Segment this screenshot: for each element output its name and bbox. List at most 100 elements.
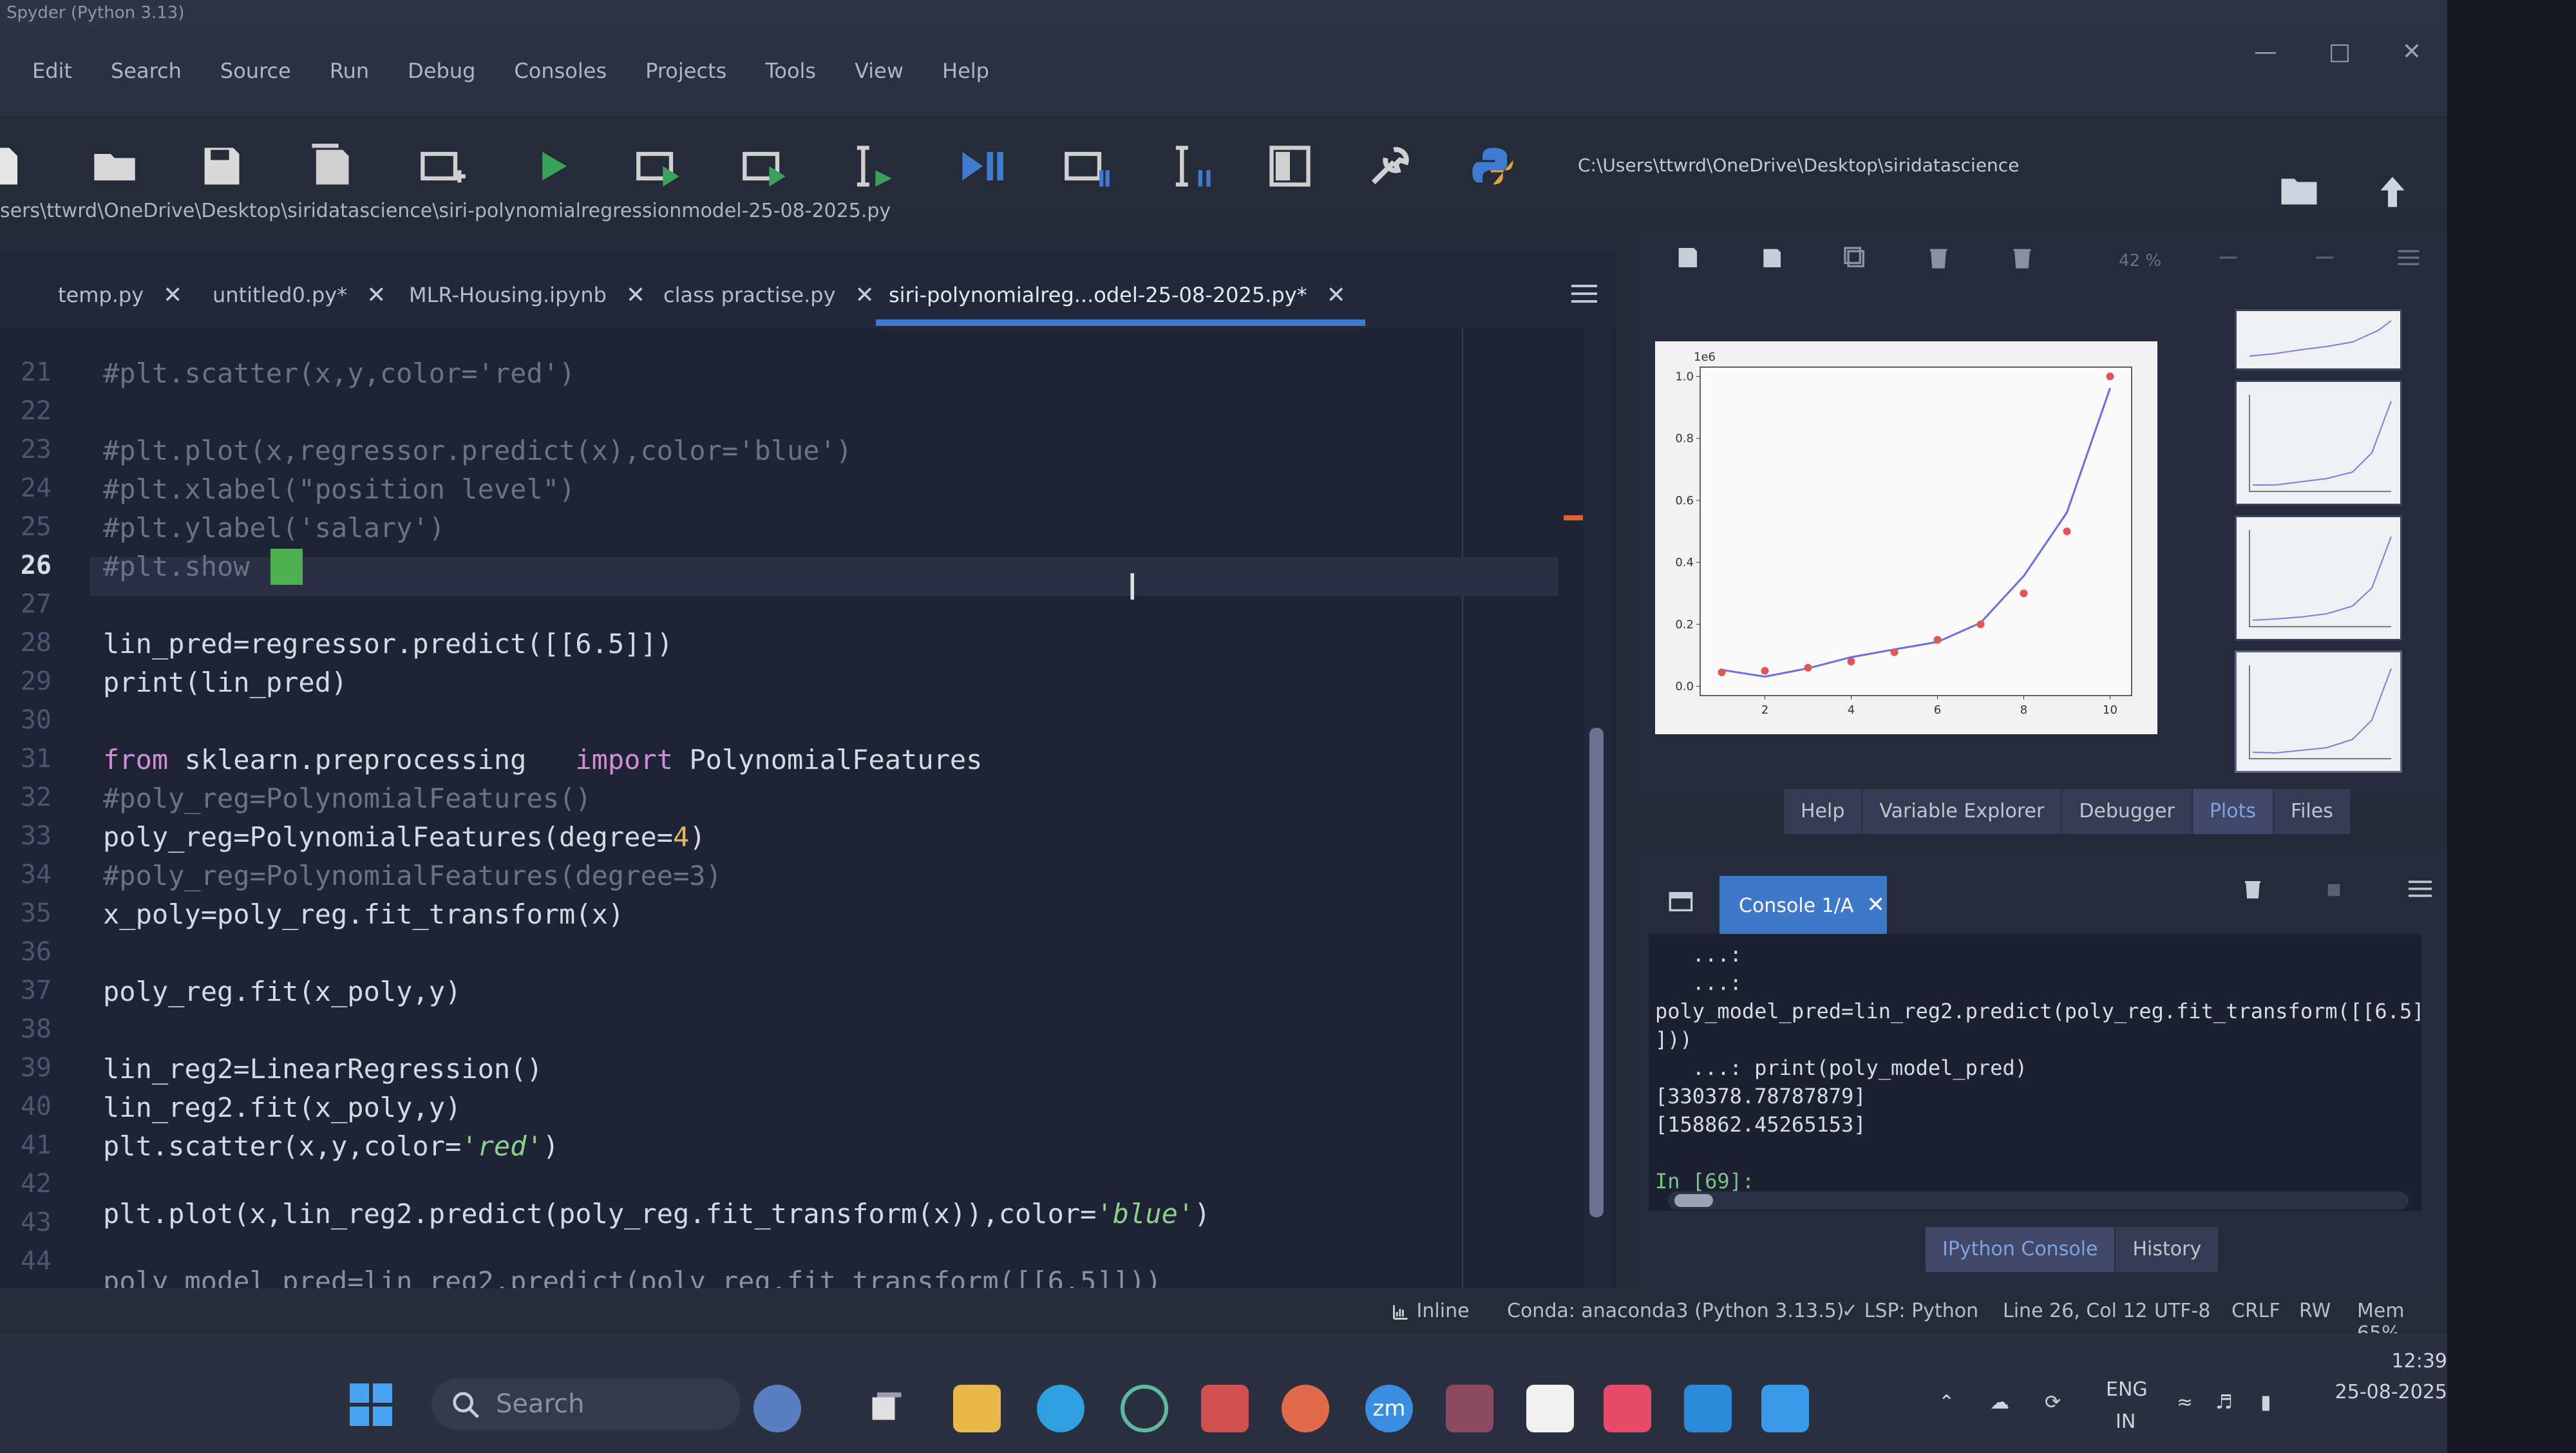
minimize-icon[interactable]: — [2254, 39, 2277, 65]
code-line-41[interactable]: plt.scatter(x,y,color='red') [103, 1130, 559, 1162]
anaconda-icon[interactable] [1282, 1385, 1329, 1432]
code-line-37[interactable]: poly_reg.fit(x_poly,y) [103, 976, 461, 1007]
code-line-35[interactable]: x_poly=poly_reg.fit_transform(x) [103, 898, 624, 930]
code-line-39[interactable]: lin_reg2=LinearRegression() [103, 1053, 543, 1085]
save-plot-icon[interactable] [1674, 245, 1700, 271]
code-line-23[interactable]: #plt.plot(x,regressor.predict(x),color='… [103, 435, 852, 466]
copy-plot-icon[interactable] [1842, 245, 1868, 271]
interrupt-kernel-icon[interactable] [2325, 881, 2343, 899]
maximize-pane-icon[interactable] [1259, 135, 1321, 197]
tab-history[interactable]: History [2116, 1227, 2220, 1272]
editor-scrollbar-thumb[interactable] [1589, 728, 1604, 1217]
file-explorer-icon[interactable] [953, 1385, 1001, 1432]
code-line-21[interactable]: #plt.scatter(x,y,color='red') [103, 357, 575, 389]
remove-plot-icon[interactable] [1926, 245, 1951, 271]
console-horizontal-scrollbar[interactable] [1668, 1192, 2409, 1210]
zoom-out-icon[interactable] [2215, 245, 2241, 271]
edge-browser-icon[interactable] [1037, 1385, 1084, 1432]
chevron-up-icon[interactable]: ⌃ [1938, 1391, 1955, 1414]
close-icon[interactable]: ✕ [1866, 892, 1885, 918]
downloads-icon[interactable] [1761, 1385, 1809, 1432]
menu-source[interactable]: Source [220, 59, 291, 83]
debug-selection-icon[interactable] [1159, 135, 1221, 197]
taskbar-clock[interactable]: 12:39 25-08-2025 [2318, 1333, 2447, 1453]
menu-edit[interactable]: Edit [32, 59, 72, 83]
tab-debugger[interactable]: Debugger [2062, 789, 2193, 834]
preferences-wrench-icon[interactable] [1359, 135, 1421, 197]
task-view-icon[interactable] [863, 1385, 911, 1432]
close-icon[interactable]: ✕ [366, 282, 386, 309]
run-cell-advance-icon[interactable] [734, 135, 796, 197]
console-options-menu-icon[interactable] [2409, 878, 2432, 899]
browse-folder-icon[interactable] [2280, 174, 2318, 206]
tab-class-practise-py[interactable]: class practise.py ✕ [663, 269, 875, 321]
language-indicator[interactable]: ENG [2106, 1378, 2148, 1401]
widgets-icon[interactable] [753, 1385, 801, 1432]
close-icon[interactable]: ✕ [163, 282, 182, 309]
code-line-28[interactable]: lin_pred=regressor.predict([[6.5]]) [103, 628, 673, 660]
code-line-33[interactable]: poly_reg=PolynomialFeatures(degree=4) [103, 821, 706, 853]
console-tab[interactable]: Console 1/A ✕ [1719, 876, 1887, 934]
onedrive-cloud-icon[interactable]: ☁ [1990, 1391, 2009, 1414]
code-line-29[interactable]: print(lin_pred) [103, 667, 347, 698]
zoom-app-icon[interactable]: zm [1365, 1385, 1413, 1432]
tab-variable-explorer[interactable]: Variable Explorer [1862, 789, 2063, 834]
run-icon[interactable] [522, 135, 583, 197]
store-icon[interactable] [1684, 1385, 1732, 1432]
menu-consoles[interactable]: Consoles [514, 59, 607, 83]
run-selection-icon[interactable] [840, 135, 902, 197]
code-line-26[interactable]: #plt.show [103, 551, 250, 582]
tab-untitled0-py[interactable]: untitled0.py* ✕ [213, 269, 386, 321]
notepad-icon[interactable] [1526, 1385, 1574, 1432]
code-line-25[interactable]: #plt.ylabel('salary') [103, 512, 445, 544]
tab-temp-py[interactable]: temp.py ✕ [58, 269, 182, 321]
plots-options-menu-icon[interactable] [2396, 245, 2421, 271]
sync-icon[interactable]: ⟳ [2045, 1391, 2061, 1414]
spyder-taskbar-icon[interactable] [1604, 1385, 1651, 1432]
new-file-icon[interactable] [0, 135, 36, 197]
plot-thumbnail-selected[interactable] [2235, 651, 2402, 773]
python-path-icon[interactable] [1462, 135, 1524, 197]
windows-start-icon[interactable] [348, 1382, 394, 1428]
code-line-31[interactable]: from sklearn.preprocessing import Polyno… [103, 744, 982, 775]
parent-directory-icon[interactable] [2376, 174, 2409, 210]
ipython-console-output[interactable]: ...: ...: poly_model_pred=lin_reg2.predic… [1649, 934, 2424, 1211]
plot-thumbnail[interactable] [2235, 309, 2402, 370]
tab-ipython-console[interactable]: IPython Console [1926, 1227, 2116, 1272]
plot-thumbnail[interactable] [2235, 515, 2402, 641]
menu-search[interactable]: Search [111, 59, 182, 83]
code-line-34[interactable]: #poly_reg=PolynomialFeatures(degree=3) [103, 860, 722, 891]
console-scrollbar-thumb[interactable] [1674, 1194, 1713, 1207]
console-browse-icon[interactable] [1668, 889, 1694, 915]
menu-debug[interactable]: Debug [408, 59, 475, 83]
debug-continue-icon[interactable] [950, 135, 1012, 197]
calendar-app-icon[interactable] [1446, 1385, 1493, 1432]
maximize-icon[interactable]: □ [2329, 39, 2351, 65]
tab-help[interactable]: Help [1784, 789, 1863, 834]
main-plot[interactable]: 1e6 0.0 0.2 0.4 0.6 0.8 1.0 2 4 6 8 10 [1655, 341, 2157, 734]
tab-options-menu-icon[interactable] [1571, 283, 1604, 309]
plot-thumbnail[interactable] [2235, 380, 2402, 506]
clear-console-icon[interactable] [2241, 876, 2264, 902]
menu-help[interactable]: Help [942, 59, 989, 83]
tab-plots[interactable]: Plots [2192, 789, 2275, 834]
save-all-plots-icon[interactable] [1758, 245, 1784, 271]
run-cell-icon[interactable] [628, 135, 690, 197]
save-all-icon[interactable] [299, 135, 361, 197]
menu-view[interactable]: View [855, 59, 904, 83]
tab-files[interactable]: Files [2274, 789, 2351, 834]
battery-icon[interactable]: ▮ [2260, 1391, 2271, 1414]
close-icon[interactable]: ✕ [855, 282, 875, 309]
save-icon[interactable] [190, 135, 252, 197]
menu-tools[interactable]: Tools [765, 59, 816, 83]
region-indicator[interactable]: IN [2116, 1410, 2136, 1433]
close-icon[interactable]: ✕ [626, 282, 645, 309]
loading-app-icon[interactable] [1121, 1385, 1168, 1432]
menu-projects[interactable]: Projects [645, 59, 726, 83]
zoom-in-icon[interactable] [2312, 245, 2338, 271]
code-line-43[interactable]: plt.plot(x,lin_reg2.predict(poly_reg.fit… [103, 1198, 1210, 1230]
snipping-tool-icon[interactable] [1201, 1385, 1249, 1432]
code-line-24[interactable]: #plt.xlabel("position level") [103, 473, 575, 505]
remove-all-plots-icon[interactable] [2009, 245, 2035, 271]
volume-icon[interactable]: ♬ [2215, 1391, 2233, 1414]
